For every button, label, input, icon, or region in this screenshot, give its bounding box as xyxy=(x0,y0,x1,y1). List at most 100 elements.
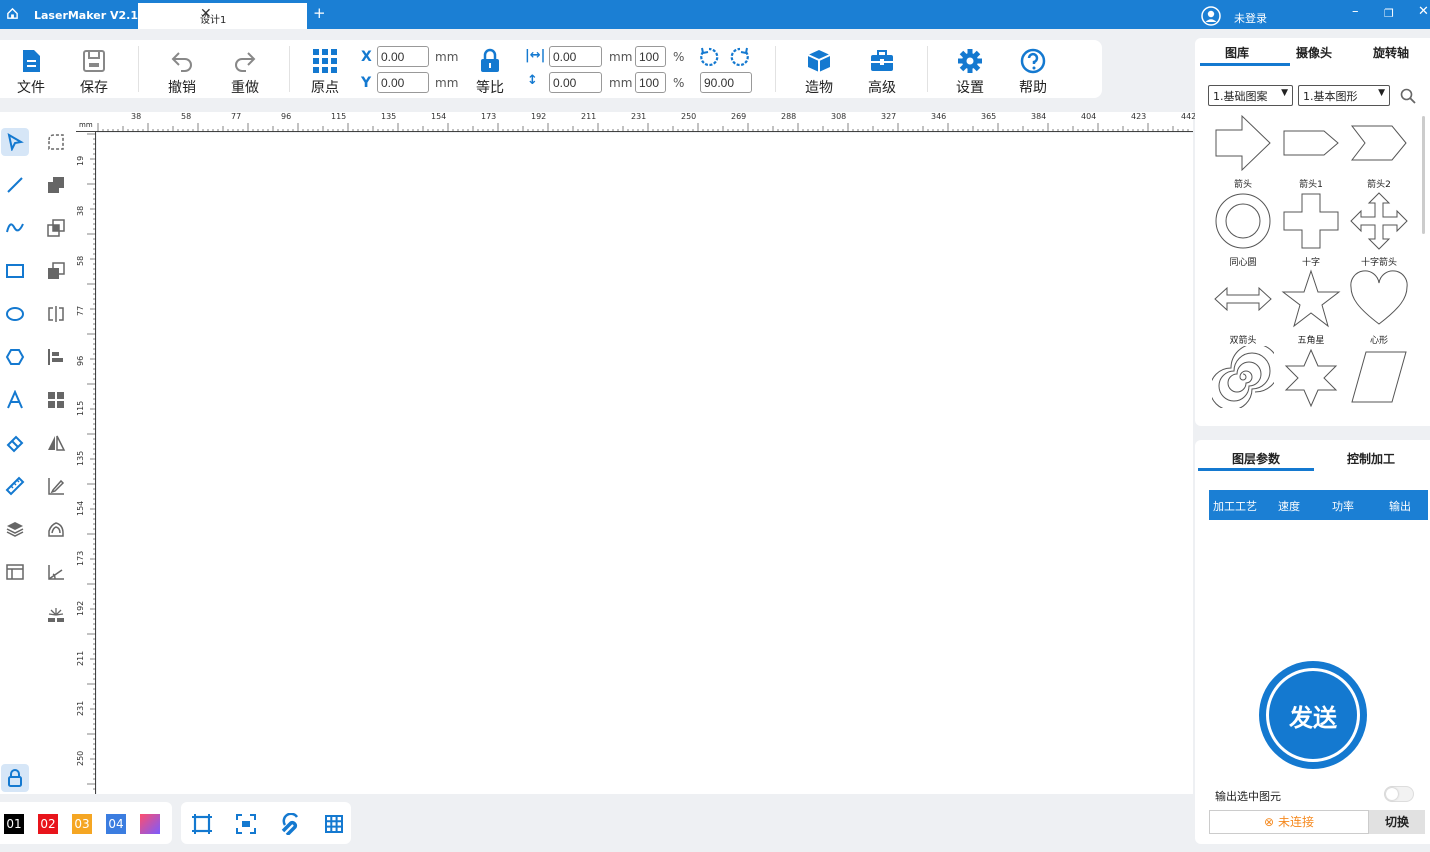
shape-star[interactable] xyxy=(1280,268,1342,330)
switch-button[interactable]: 切换 xyxy=(1369,810,1425,834)
search-icon[interactable] xyxy=(1400,88,1416,108)
fit-frame-icon[interactable] xyxy=(191,813,213,839)
shape-arrow2[interactable] xyxy=(1348,112,1410,174)
origin-button[interactable]: 原点 xyxy=(301,48,349,97)
select-tool[interactable] xyxy=(1,128,29,156)
x-unit: mm xyxy=(435,50,459,64)
home-icon[interactable] xyxy=(6,7,19,23)
new-tab-button[interactable]: + xyxy=(313,4,326,22)
subcategory-select[interactable]: 1.基本图形 ▼ xyxy=(1298,85,1390,106)
lock-canvas-button[interactable] xyxy=(1,764,29,792)
mirror-tool[interactable] xyxy=(42,300,70,328)
shape-arrow1[interactable] xyxy=(1280,112,1342,174)
eraser-tool[interactable] xyxy=(1,429,29,457)
category-select[interactable]: 1.基础图案 ▼ xyxy=(1208,85,1293,106)
layer-04[interactable]: 04 xyxy=(106,814,126,834)
rotate-ccw-icon[interactable] xyxy=(698,46,720,72)
flip-tool[interactable] xyxy=(42,429,70,457)
warning-circle-icon: ⊗ xyxy=(1264,815,1275,829)
save-button[interactable]: 保存 xyxy=(70,48,118,97)
tab-design1[interactable]: 设计1 ✕ xyxy=(138,3,307,29)
shape-arrow[interactable] xyxy=(1212,112,1274,174)
connection-status[interactable]: ⊗ 未连接 xyxy=(1209,810,1369,834)
rotate-angle-input[interactable] xyxy=(700,72,752,93)
curve-tool[interactable] xyxy=(1,214,29,242)
draw-edit-tool[interactable] xyxy=(42,472,70,500)
settings-button[interactable]: 设置 xyxy=(946,48,994,97)
shape-double-arrow[interactable] xyxy=(1212,268,1274,330)
magnet-icon[interactable] xyxy=(279,812,301,839)
tab-close-icon[interactable]: ✕ xyxy=(200,6,300,22)
ruler-label: 135 xyxy=(76,450,85,466)
line-tool[interactable] xyxy=(1,171,29,199)
shape-cross[interactable] xyxy=(1280,190,1342,252)
tab-control-process[interactable]: 控制加工 xyxy=(1347,450,1395,467)
measure-tool[interactable] xyxy=(1,472,29,500)
array-tool[interactable] xyxy=(42,386,70,414)
focus-select-icon[interactable] xyxy=(235,813,257,839)
node-edit-tool[interactable] xyxy=(42,128,70,156)
text-icon xyxy=(7,390,23,409)
layer-01[interactable]: 01 xyxy=(4,814,24,834)
layer-03[interactable]: 03 xyxy=(72,814,92,834)
layers-tool[interactable] xyxy=(1,515,29,543)
maximize-button[interactable]: ❐ xyxy=(1384,7,1394,20)
offset-tool[interactable] xyxy=(42,515,70,543)
design-canvas[interactable] xyxy=(97,133,1193,794)
lock-icon xyxy=(481,48,499,72)
width-input[interactable] xyxy=(549,46,602,67)
login-status[interactable]: 未登录 xyxy=(1234,10,1267,26)
user-avatar-icon[interactable] xyxy=(1201,6,1221,29)
shape-parallelogram[interactable] xyxy=(1348,346,1410,408)
ellipse-tool[interactable] xyxy=(1,300,29,328)
shape-heart[interactable] xyxy=(1348,268,1410,330)
y-position-input[interactable] xyxy=(377,72,429,93)
ruler-label: 192 xyxy=(531,112,547,121)
tab-layer-params[interactable]: 图层参数 xyxy=(1232,450,1280,467)
redo-button[interactable]: 重做 xyxy=(221,48,269,97)
tab-camera[interactable]: 摄像头 xyxy=(1296,44,1332,61)
tab-rotary[interactable]: 旋转轴 xyxy=(1373,44,1409,61)
layer-02[interactable]: 02 xyxy=(38,814,58,834)
layout-tool[interactable] xyxy=(1,558,29,586)
close-button[interactable]: ✕ xyxy=(1418,4,1429,19)
grid-icon[interactable] xyxy=(323,813,345,839)
intersect-tool[interactable] xyxy=(42,214,70,242)
layer-gradient[interactable] xyxy=(140,814,160,834)
send-button[interactable]: 发送 xyxy=(1259,661,1367,769)
minimize-button[interactable]: – xyxy=(1352,4,1359,19)
output-selected-toggle[interactable] xyxy=(1384,786,1414,802)
x-position-input[interactable] xyxy=(377,46,429,67)
undo-button[interactable]: 撤销 xyxy=(158,48,206,97)
shape-concentric-circle[interactable] xyxy=(1212,190,1274,252)
shape-label: 五角星 xyxy=(1297,336,1325,346)
shape-cross-arrow[interactable] xyxy=(1348,190,1410,252)
width-percent-input[interactable] xyxy=(635,46,666,67)
tab-library[interactable]: 图库 xyxy=(1225,44,1249,61)
ruler-label: 308 xyxy=(831,112,847,121)
rectangle-tool[interactable] xyxy=(1,257,29,285)
library-scrollbar[interactable] xyxy=(1422,116,1425,234)
ruler-label: 250 xyxy=(76,750,85,766)
help-button[interactable]: 帮助 xyxy=(1009,48,1057,97)
advanced-button[interactable]: 高级 xyxy=(858,48,906,97)
subtract-tool[interactable] xyxy=(42,257,70,285)
angle-tool[interactable] xyxy=(42,558,70,586)
laser-tool[interactable] xyxy=(42,601,70,629)
text-tool[interactable] xyxy=(1,386,29,414)
title-bar: LaserMaker V2.1.7.2 设计1 ✕ + 未登录 – ❐ ✕ xyxy=(0,0,1430,29)
height-percent-input[interactable] xyxy=(635,72,666,93)
shape-label: 十字 xyxy=(1301,258,1320,268)
rotate-cw-icon[interactable] xyxy=(729,46,751,72)
ruler-label: 154 xyxy=(76,500,85,516)
align-tool[interactable] xyxy=(42,343,70,371)
shape-six-star[interactable] xyxy=(1280,346,1342,408)
shape-spiral[interactable] xyxy=(1212,346,1274,408)
lock-ratio-button[interactable]: 等比 xyxy=(466,48,514,97)
build-button[interactable]: 造物 xyxy=(795,48,843,97)
polygon-tool[interactable] xyxy=(1,343,29,371)
layer-table-header: 加工工艺 速度 功率 输出 xyxy=(1209,490,1428,520)
file-button[interactable]: 文件 xyxy=(7,48,55,97)
height-input[interactable] xyxy=(549,72,602,93)
combine-tool[interactable] xyxy=(42,171,70,199)
